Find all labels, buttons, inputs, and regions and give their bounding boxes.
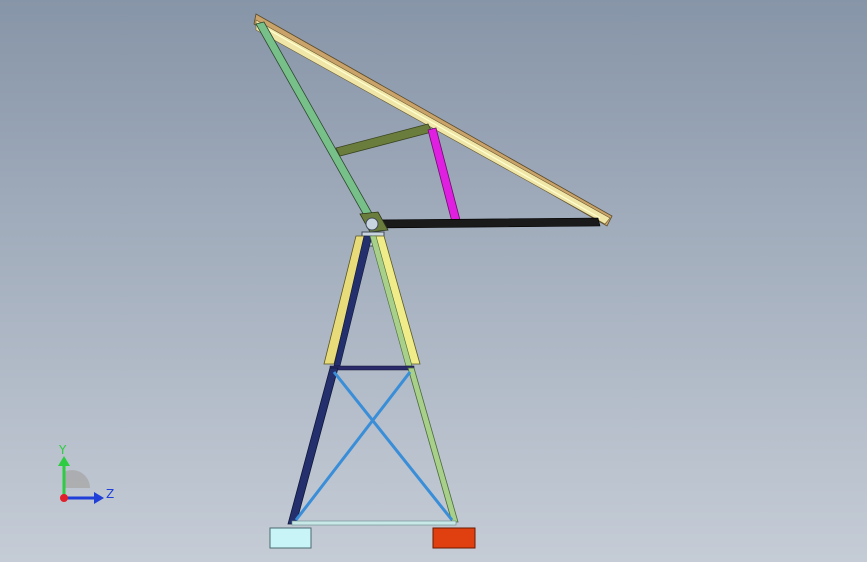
foot-right[interactable] — [432, 527, 476, 549]
z-axis-label: Z — [106, 487, 114, 501]
panel-base-beam[interactable] — [371, 217, 601, 229]
y-axis-label: Y — [58, 443, 67, 457]
lower-leg-right[interactable] — [407, 367, 459, 523]
x-axis-icon — [60, 494, 68, 502]
solar-tracker-model[interactable] — [0, 0, 867, 562]
upper-leg-left[interactable] — [323, 235, 373, 367]
tie-bar[interactable] — [329, 365, 415, 371]
magenta-brace[interactable] — [427, 127, 461, 223]
panel-frame[interactable] — [253, 13, 613, 227]
x-bracing[interactable] — [294, 371, 454, 521]
axis-triad: Y Z — [58, 443, 114, 504]
cad-viewport[interactable]: Y Z — [0, 0, 867, 562]
bottom-tie[interactable] — [291, 520, 457, 526]
upper-leg-right[interactable] — [369, 235, 421, 367]
lower-leg-left[interactable] — [287, 367, 339, 525]
cross-strut[interactable] — [335, 123, 433, 157]
foot-left[interactable] — [269, 527, 312, 549]
triad-plane-icon — [64, 470, 90, 488]
